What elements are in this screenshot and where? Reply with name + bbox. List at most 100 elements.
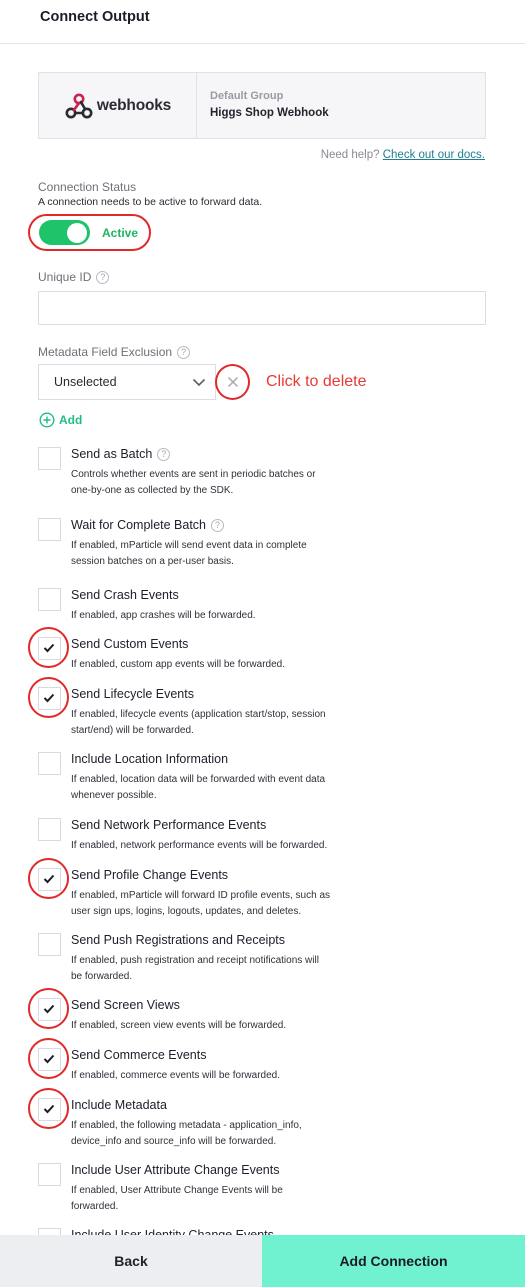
option-title-text: Send Network Performance Events (71, 818, 267, 832)
option-title: Send Custom Events (71, 637, 188, 651)
option-title-text: Send Crash Events (71, 588, 179, 602)
option-description-line: start/end) will be forwarded. (71, 725, 194, 736)
option-title-text: Send Lifecycle Events (71, 687, 194, 701)
unique-id-label-text: Unique ID (38, 270, 92, 284)
help-icon[interactable]: ? (96, 270, 110, 284)
unique-id-input[interactable] (38, 291, 486, 325)
option-title-text: Include User Attribute Change Events (71, 1163, 280, 1177)
option-title-text: Wait for Complete Batch (71, 518, 207, 532)
option-description-line: If enabled, the following metadata - app… (71, 1120, 302, 1131)
option-title-text: Include Location Information (71, 752, 229, 766)
connection-status-toggle[interactable]: Active (28, 214, 151, 251)
integration-card: webhooks Default Group Higgs Shop Webhoo… (38, 72, 486, 139)
option-checkbox[interactable] (38, 1163, 61, 1186)
option-description-line: If enabled, mParticle will send event da… (71, 540, 307, 551)
option-title: Include Metadata (71, 1098, 167, 1112)
option-description: If enabled, app crashes will be forwarde… (71, 608, 371, 624)
delete-annotation: Click to delete (266, 373, 367, 390)
metadata-exclusion-select[interactable]: Unselected (38, 364, 216, 400)
logo-text: webhooks (96, 96, 172, 114)
help-icon[interactable]: ? (177, 345, 191, 359)
highlight-circle (28, 677, 69, 718)
option-description-line: If enabled, mParticle will forward ID pr… (71, 890, 330, 901)
back-button[interactable]: Back (0, 1235, 262, 1287)
help-icon[interactable]: ? (211, 518, 225, 532)
option-description-line: If enabled, network performance events w… (71, 840, 328, 851)
plus-circle-icon (39, 412, 55, 428)
docs-link[interactable]: Check out our docs. (383, 149, 485, 161)
help-icon[interactable]: ? (157, 447, 171, 461)
option-checkbox[interactable] (38, 588, 61, 611)
option-title-text: Send Commerce Events (71, 1048, 207, 1062)
option-description-line: user sign ups, logins, logouts, updates,… (71, 906, 302, 917)
option-checkbox[interactable] (38, 752, 61, 775)
highlight-circle (28, 858, 69, 899)
option-description-line: If enabled, push registration and receip… (71, 955, 319, 966)
option-description: If enabled, screen view events will be f… (71, 1018, 371, 1034)
option-title: Include User Attribute Change Events (71, 1163, 279, 1177)
footer-actions: Back Add Connection (0, 1235, 525, 1287)
option-description: If enabled, mParticle will forward ID pr… (71, 888, 371, 920)
option-checkbox[interactable] (38, 933, 61, 956)
check-icon (43, 874, 54, 883)
option-description-line: If enabled, lifecycle events (applicatio… (71, 709, 326, 720)
page-title: Connect Output (40, 9, 150, 25)
option-description-line: one-by-one as collected by the SDK. (71, 485, 234, 496)
check-icon (43, 1104, 54, 1113)
option-description-line: If enabled, commerce events will be forw… (71, 1070, 280, 1081)
chevron-down-icon (192, 378, 206, 386)
metadata-exclusion-label-text: Metadata Field Exclusion (38, 345, 173, 359)
option-description: If enabled, network performance events w… (71, 838, 371, 854)
toggle-switch[interactable] (39, 220, 90, 245)
connection-status-label: Connection Status (38, 180, 136, 194)
option-description-line: If enabled, User Attribute Change Events… (71, 1185, 283, 1196)
group-name: Higgs Shop Webhook (210, 107, 329, 119)
highlight-circle (28, 988, 69, 1029)
option-title-text: Send Profile Change Events (71, 868, 229, 882)
add-label: Add (59, 413, 83, 427)
option-description: If enabled, custom app events will be fo… (71, 657, 371, 673)
add-connection-button[interactable]: Add Connection (262, 1235, 525, 1287)
check-icon (43, 1054, 54, 1063)
highlight-circle (28, 1038, 69, 1079)
option-description: If enabled, push registration and receip… (71, 953, 371, 985)
option-title: Send Commerce Events (71, 1048, 206, 1062)
option-description-line: whenever possible. (71, 790, 157, 801)
metadata-exclusion-label: Metadata Field Exclusion ? (38, 345, 191, 359)
select-value: Unselected (54, 375, 117, 389)
option-title: Send Crash Events (71, 588, 179, 602)
option-description: If enabled, commerce events will be forw… (71, 1068, 371, 1084)
help-prefix: Need help? (320, 149, 380, 161)
option-description-line: session batches on a per-user basis. (71, 556, 234, 567)
help-text: Need help? Check out our docs. (321, 149, 485, 161)
option-checkbox[interactable] (38, 518, 61, 541)
highlight-circle (28, 627, 69, 668)
check-icon (43, 1004, 54, 1013)
check-icon (43, 643, 54, 652)
group-label: Default Group (210, 90, 284, 102)
option-title: Send Profile Change Events (71, 868, 228, 882)
option-description-line: If enabled, location data will be forwar… (71, 774, 326, 785)
option-description-line: Controls whether events are sent in peri… (71, 469, 316, 480)
option-description: Controls whether events are sent in peri… (71, 467, 371, 499)
option-description: If enabled, the following metadata - app… (71, 1118, 371, 1150)
add-exclusion-button[interactable]: Add (39, 412, 82, 428)
connection-status-label-text: Connection Status (38, 180, 137, 194)
check-icon (43, 693, 54, 702)
option-description: If enabled, location data will be forwar… (71, 772, 371, 804)
close-icon (227, 376, 238, 388)
toggle-state-label: Active (102, 225, 139, 240)
webhooks-icon (65, 93, 93, 118)
option-checkbox[interactable] (38, 447, 61, 470)
page-header: Connect Output (0, 0, 525, 44)
option-title-text: Include Metadata (71, 1098, 167, 1112)
option-checkbox[interactable] (38, 818, 61, 841)
option-title: Include Location Information (71, 752, 228, 766)
connection-status-description: A connection needs to be active to forwa… (38, 196, 263, 208)
option-description: If enabled, mParticle will send event da… (71, 538, 371, 570)
delete-exclusion-button[interactable] (215, 364, 250, 400)
option-title: Send Push Registrations and Receipts (71, 933, 285, 947)
option-title: Send Screen Views (71, 998, 180, 1012)
highlight-circle (28, 1088, 69, 1129)
group-info: Default Group Higgs Shop Webhook (197, 73, 329, 138)
